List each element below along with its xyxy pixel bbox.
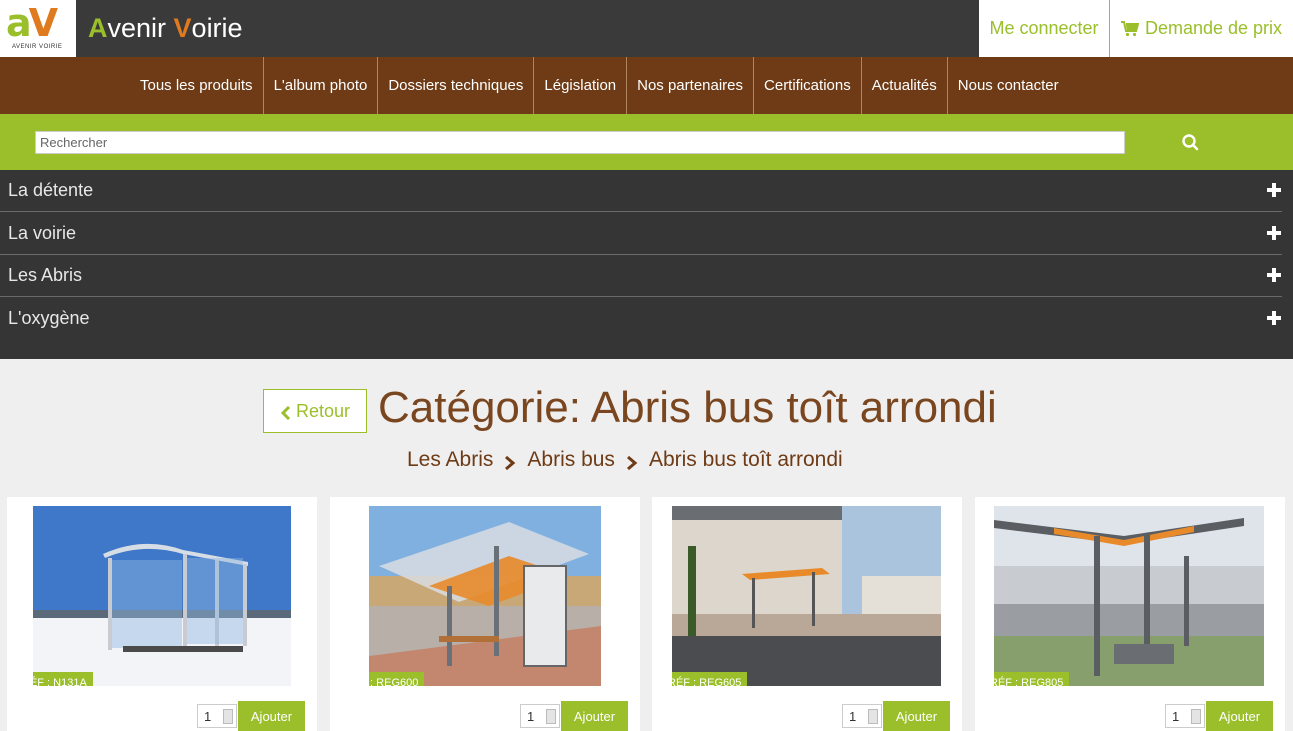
quantity-input[interactable]: 1 (197, 704, 237, 728)
product-image[interactable]: RÉF : REG600 (369, 506, 601, 686)
category-label: La détente (8, 180, 94, 200)
add-to-quote-button[interactable]: Ajouter (561, 701, 628, 731)
category-accordion: La détente La voirie Les Abris L'oxygène (0, 170, 1293, 359)
breadcrumb-item-current: Abris bus toît arrondi (648, 448, 843, 471)
logo-letters: aV (6, 1, 58, 45)
page-title: Catégorie: Abris bus toît arrondi (378, 383, 997, 432)
search-bar (0, 114, 1293, 170)
nav-item-all-products[interactable]: Tous les produits (130, 57, 264, 114)
quantity-input[interactable]: 1 (520, 704, 560, 728)
nav-item-certifications[interactable]: Certifications (754, 57, 862, 114)
nav-item-legislation[interactable]: Législation (534, 57, 628, 114)
brand-name[interactable]: Avenir Voirie (88, 13, 243, 43)
chevron-right-icon (625, 452, 639, 471)
site-header: aV AVENIR VOIRIE Avenir Voirie Me connec… (0, 0, 1293, 57)
breadcrumb-item-abris[interactable]: Les Abris (407, 447, 493, 473)
search-input[interactable] (35, 131, 1125, 154)
nav-item-partners[interactable]: Nos partenaires (627, 57, 755, 114)
chevron-right-icon (503, 452, 517, 471)
search-icon (1175, 134, 1205, 162)
login-link[interactable]: Me connecter (979, 0, 1110, 57)
category-label: L'oxygène (8, 308, 90, 328)
ref-badge: RÉF : REG605 (672, 672, 748, 686)
back-button[interactable]: Retour (263, 389, 367, 433)
breadcrumb-item-abris-bus[interactable]: Abris bus (527, 447, 615, 473)
brand-bar: Avenir Voirie (76, 0, 979, 57)
plus-icon[interactable] (1266, 310, 1282, 326)
product-card: RÉF : REG600 1 Ajouter (330, 497, 640, 731)
nav-item-news[interactable]: Actualités (862, 57, 948, 114)
product-card: RÉF : REG805 1 Ajouter (975, 497, 1285, 731)
category-label: Les Abris (8, 265, 83, 285)
search-button[interactable] (1175, 128, 1205, 158)
login-label: Me connecter (989, 18, 1099, 38)
nav-item-contact[interactable]: Nous contacter (948, 57, 1069, 114)
plus-icon[interactable] (1266, 182, 1282, 198)
add-to-quote-button[interactable]: Ajouter (883, 701, 950, 731)
cart-icon (1120, 20, 1140, 37)
logo-subtext: AVENIR VOIRIE (12, 44, 63, 50)
breadcrumb: Les Abris Abris bus Abris bus toît arron… (407, 447, 843, 473)
quote-label: Demande de prix (1144, 18, 1283, 38)
back-label: Retour (295, 400, 351, 421)
chevron-left-icon (280, 404, 292, 421)
add-to-quote-button[interactable]: Ajouter (238, 701, 305, 731)
quantity-stepper[interactable] (546, 709, 556, 724)
quantity-stepper[interactable] (1191, 709, 1201, 724)
quantity-stepper[interactable] (223, 709, 233, 724)
quantity-stepper[interactable] (868, 709, 878, 724)
nav-item-technical-files[interactable]: Dossiers techniques (378, 57, 535, 114)
ref-badge: RÉF : REG600 (369, 672, 425, 686)
site-logo[interactable]: aV AVENIR VOIRIE (0, 0, 76, 57)
category-label: La voirie (8, 223, 77, 243)
plus-icon[interactable] (1266, 225, 1282, 241)
category-oxygene[interactable]: L'oxygène (0, 298, 1282, 340)
plus-icon[interactable] (1266, 267, 1282, 283)
category-voirie[interactable]: La voirie (0, 213, 1282, 255)
category-abris[interactable]: Les Abris (0, 255, 1282, 297)
quote-request-link[interactable]: Demande de prix (1110, 0, 1293, 57)
product-card: RÉF : N131A 1 Ajouter (7, 497, 317, 731)
quantity-input[interactable]: 1 (842, 704, 882, 728)
category-detente[interactable]: La détente (0, 170, 1282, 212)
product-image[interactable]: RÉF : REG605 (672, 506, 941, 686)
product-card: RÉF : REG605 1 Ajouter (652, 497, 962, 731)
product-image[interactable]: RÉF : N131A (33, 506, 291, 686)
product-image[interactable]: RÉF : REG805 (994, 506, 1264, 686)
add-to-quote-button[interactable]: Ajouter (1206, 701, 1273, 731)
ref-badge: RÉF : N131A (33, 672, 93, 686)
quantity-input[interactable]: 1 (1165, 704, 1205, 728)
ref-badge: RÉF : REG805 (994, 672, 1070, 686)
main-nav: Tous les produits L'album photo Dossiers… (0, 57, 1293, 114)
nav-item-photo-album[interactable]: L'album photo (264, 57, 379, 114)
